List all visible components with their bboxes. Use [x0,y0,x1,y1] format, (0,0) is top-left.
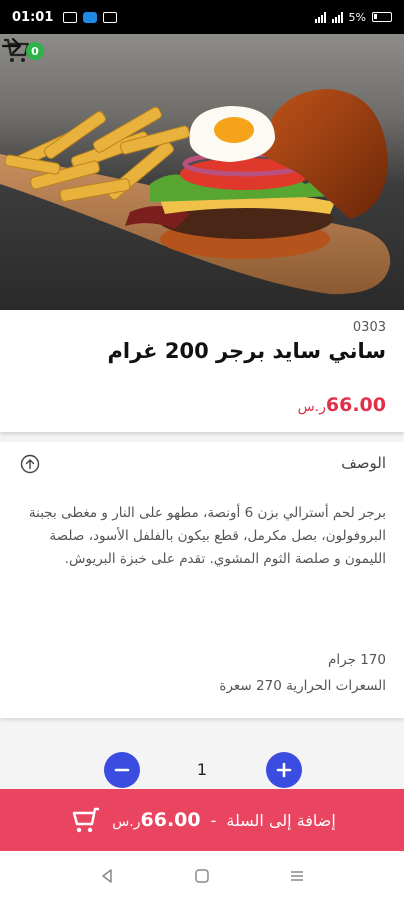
decrease-quantity-button[interactable] [104,752,140,788]
price-currency: ر.س [297,399,326,415]
product-weight: 170 جرام [328,652,386,668]
arrow-right-icon[interactable] [0,34,24,58]
recents-icon[interactable] [289,868,305,884]
signal-icon-2 [331,11,343,23]
system-navigation-bar [0,851,404,900]
status-time: 01:01 [12,9,54,25]
status-bar: 01:01 5% [0,0,404,34]
add-to-cart-currency: ر.س [112,814,141,830]
product-info-card: 0303 ساني سايد برجر 200 غرام 66.00ر.س [0,310,404,432]
quantity-value: 1 [196,760,208,779]
minus-icon [114,768,130,772]
add-to-cart-button[interactable]: إضافة إلى السلة - 66.00ر.س [0,789,404,851]
add-to-cart-separator: - [210,810,217,830]
signal-icon [314,11,326,23]
product-calories: السعرات الحرارية 270 سعرة [219,678,386,694]
product-price: 66.00ر.س [296,394,386,416]
laptop-icon [63,11,78,23]
plus-icon [276,762,292,778]
add-to-cart-amount: 66.00 [140,809,201,831]
bluetooth-icon [83,11,98,23]
home-icon[interactable] [194,868,210,884]
battery-icon [372,12,392,22]
notification-icons [63,11,118,23]
battery-percent: 5% [348,10,366,24]
description-heading: الوصف [341,454,386,472]
description-card: الوصف برجر لحم أسترالي بزن 6 أونصة، مطهو… [0,442,404,718]
product-title: ساني سايد برجر 200 غرام [107,339,386,363]
price-amount: 66.00 [325,394,386,416]
message-icon [103,11,118,23]
add-to-cart-label: إضافة إلى السلة [226,810,336,830]
product-sku: 0303 [352,320,386,335]
system-icons: 5% [314,10,392,24]
burger-illustration [0,89,391,295]
add-to-cart-price: 66.00ر.س [112,809,200,831]
back-icon[interactable] [99,868,115,884]
product-image: 0 [0,34,404,310]
arrow-up-circle-icon[interactable] [20,454,40,474]
product-screen: 01:01 5% 0 0303 ساني سايد برجر 200 غرام … [0,0,404,900]
increase-quantity-button[interactable] [266,752,302,788]
description-text: برجر لحم أسترالي بزن 6 أونصة، مطهو على ا… [28,505,386,567]
cart-count-badge: 0 [26,42,44,60]
quantity-stepper: 1 [0,752,404,788]
cart-icon [72,807,100,833]
